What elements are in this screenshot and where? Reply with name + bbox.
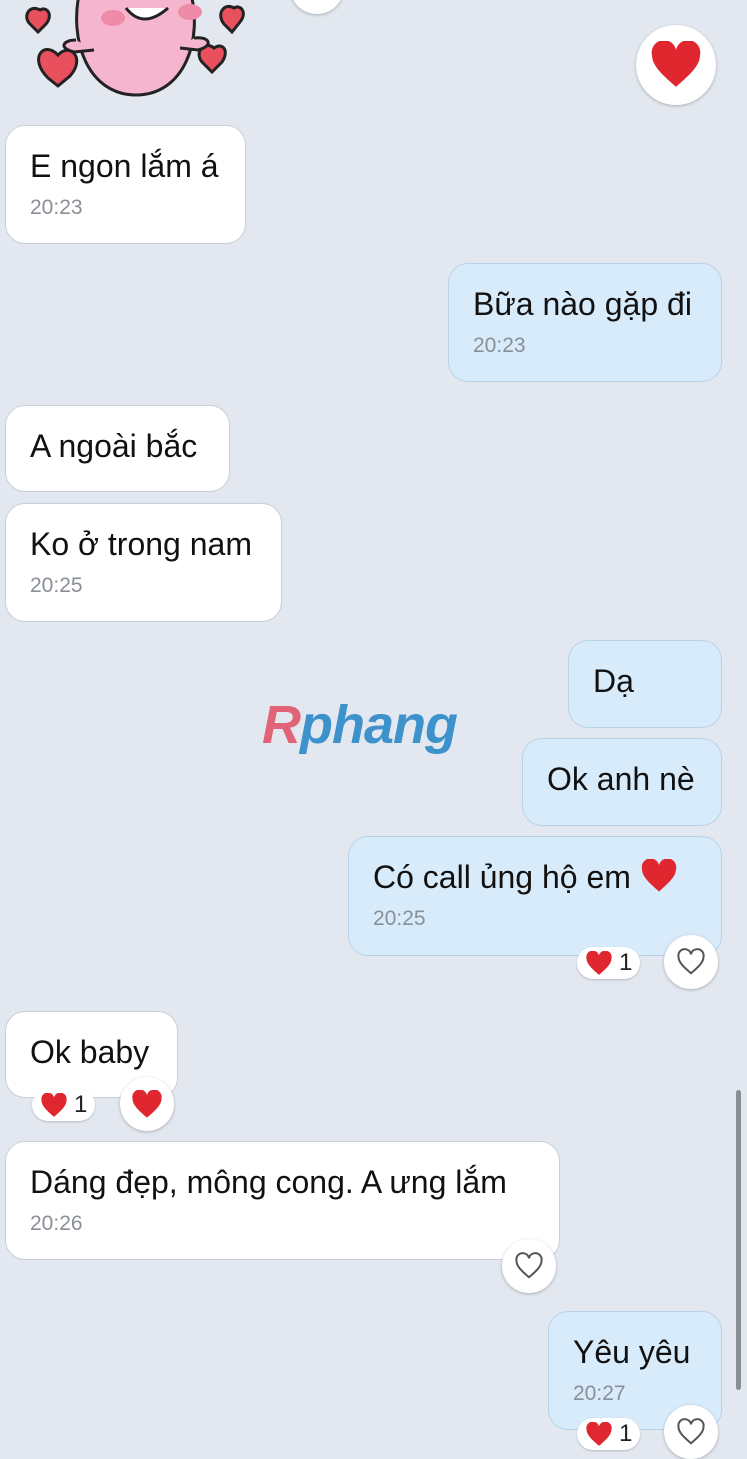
message-time: 20:23 xyxy=(473,334,526,357)
message-text: E ngon lắm á xyxy=(30,148,219,184)
message-time: 20:23 xyxy=(30,196,83,219)
heart-filled-icon xyxy=(651,41,701,87)
react-button[interactable] xyxy=(664,1405,718,1459)
message-bubble-incoming[interactable]: Dáng đẹp, mông cong. A ưng lắm 20:26 xyxy=(5,1141,560,1260)
message-text: Dáng đẹp, mông cong. A ưng lắm xyxy=(30,1164,507,1200)
heart-filled-icon xyxy=(41,1092,67,1117)
message-text: Ok baby xyxy=(30,1034,150,1070)
heart-outline-icon xyxy=(515,1252,543,1279)
message-text: Bữa nào gặp đi xyxy=(473,286,692,322)
heart-filled-icon xyxy=(586,1421,612,1446)
react-button-active[interactable] xyxy=(120,1077,174,1131)
heart-filled-icon xyxy=(132,1089,162,1118)
sticker-image[interactable] xyxy=(18,0,253,100)
reaction-count: 1 xyxy=(619,949,633,976)
message-text-content: Có call ủng hộ em xyxy=(373,859,631,895)
message-text: Ko ở trong nam xyxy=(30,526,252,562)
message-time: 20:25 xyxy=(373,907,426,930)
message-bubble-outgoing[interactable]: Có call ủng hộ em 20:25 xyxy=(348,836,722,956)
watermark-first-letter: R xyxy=(262,695,301,755)
watermark-rest: phang xyxy=(300,695,458,755)
message-text: Dạ xyxy=(593,663,634,699)
heart-filled-icon xyxy=(586,950,612,975)
heart-outline-icon xyxy=(677,1418,705,1445)
message-text: Có call ủng hộ em xyxy=(373,858,697,895)
message-bubble-incoming[interactable]: A ngoài bắc xyxy=(5,405,230,492)
message-bubble-incoming[interactable]: E ngon lắm á 20:23 xyxy=(5,125,246,244)
message-bubble-outgoing[interactable]: Dạ xyxy=(568,640,722,728)
message-bubble-outgoing[interactable]: Bữa nào gặp đi 20:23 xyxy=(448,263,722,382)
reaction-count: 1 xyxy=(74,1091,88,1118)
heart-emoji-icon xyxy=(641,858,677,892)
heart-sticker[interactable] xyxy=(636,25,716,105)
reaction-count: 1 xyxy=(619,1420,633,1447)
watermark-logo: Rphang xyxy=(262,694,458,756)
message-text: Yêu yêu xyxy=(573,1334,691,1370)
message-time: 20:27 xyxy=(573,1382,626,1405)
reaction-count-badge[interactable]: 1 xyxy=(577,1418,641,1450)
react-button[interactable] xyxy=(502,1239,556,1293)
message-bubble-incoming[interactable]: Ko ở trong nam 20:25 xyxy=(5,503,282,622)
scrollbar[interactable] xyxy=(736,1090,741,1390)
heart-outline-icon xyxy=(677,948,705,975)
reaction-count-badge[interactable]: 1 xyxy=(32,1089,96,1121)
reaction-count-badge[interactable]: 1 xyxy=(577,947,641,979)
message-bubble-outgoing[interactable]: Ok anh nè xyxy=(522,738,722,826)
message-text: A ngoài bắc xyxy=(30,428,198,464)
message-time: 20:26 xyxy=(30,1212,83,1235)
message-text: Ok anh nè xyxy=(547,761,695,797)
message-time: 20:25 xyxy=(30,574,83,597)
react-button[interactable] xyxy=(664,935,718,989)
sticker-reaction-button[interactable] xyxy=(290,0,344,14)
